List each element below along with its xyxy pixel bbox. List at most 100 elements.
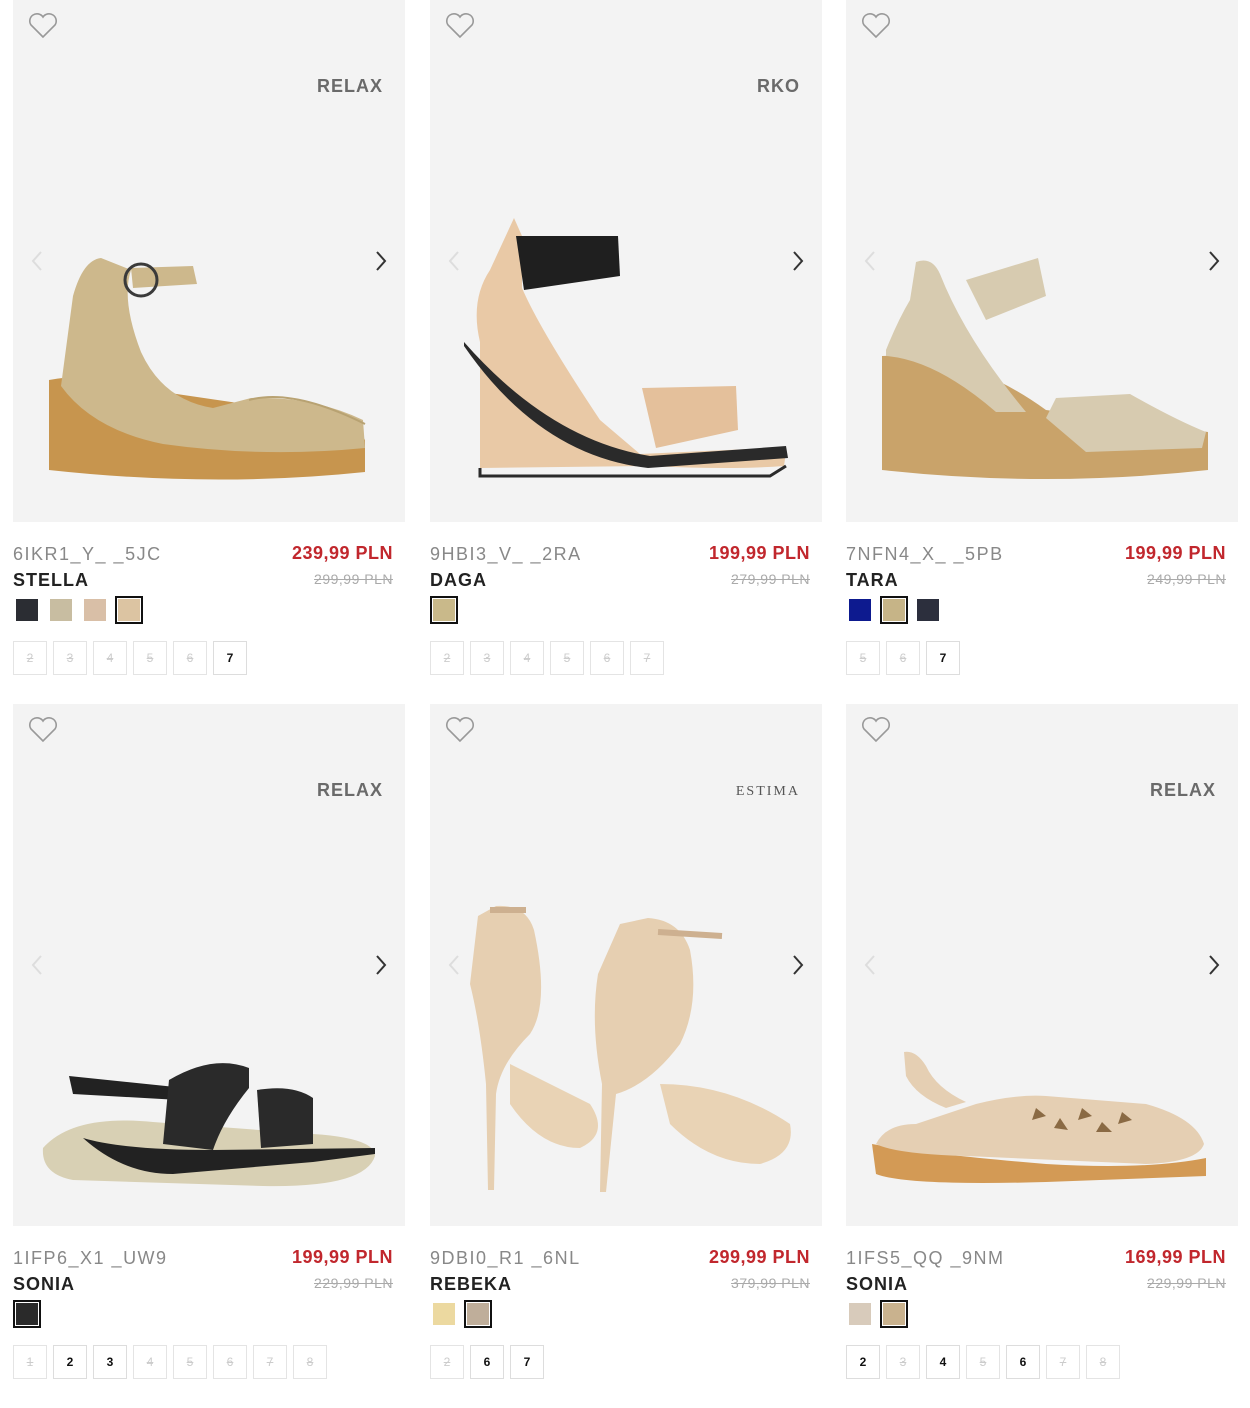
chevron-left-icon[interactable] [25,950,49,980]
product-card[interactable]: RELAX 6IKR1_Y_ _5JC STELLA 239,99 PLN 29… [13,0,405,690]
product-card[interactable]: 7NFN4_X_ _5PB TARA 199,99 PLN 249,99 PLN… [846,0,1238,690]
heart-icon[interactable] [27,716,59,744]
heart-icon[interactable] [860,716,892,744]
chevron-left-icon[interactable] [25,246,49,276]
size-option[interactable]: 7 [630,641,664,675]
size-option[interactable]: 6 [1006,1345,1040,1379]
size-option[interactable]: 5 [966,1345,1000,1379]
size-options: 2345678 [846,1345,1120,1379]
chevron-right-icon[interactable] [369,950,393,980]
product-price: 199,99 PLN [291,1247,393,1267]
color-chip [849,1303,871,1325]
color-chip [849,599,871,621]
size-option[interactable]: 6 [173,641,207,675]
chevron-right-icon[interactable] [1202,950,1226,980]
chevron-left-icon[interactable] [442,950,466,980]
product-name[interactable]: DAGA [430,570,487,591]
chevron-right-icon[interactable] [786,950,810,980]
chevron-right-icon[interactable] [369,246,393,276]
heart-icon[interactable] [444,12,476,40]
product-old-price: 229,99 PLN [1147,1275,1226,1291]
size-option[interactable]: 6 [213,1345,247,1379]
size-option[interactable]: 2 [846,1345,880,1379]
size-option[interactable]: 1 [13,1345,47,1379]
color-swatch[interactable] [880,596,908,624]
heart-icon[interactable] [444,716,476,744]
product-card[interactable]: RELAX 1IFP6_X1 _UW9 SONIA 199,99 PLN 229… [13,704,405,1394]
product-old-price: 249,99 PLN [1147,571,1226,587]
color-swatch[interactable] [115,596,143,624]
chevron-left-icon[interactable] [858,246,882,276]
product-card[interactable]: RELAX 1IFS5_QQ _9NM SONIA 169,99 PLN 229… [846,704,1238,1394]
size-option[interactable]: 8 [293,1345,327,1379]
product-image[interactable] [430,704,822,1226]
product-name[interactable]: SONIA [846,1274,908,1295]
color-chip [118,599,140,621]
product-image-area[interactable]: RELAX [846,704,1238,1226]
color-swatch[interactable] [430,1300,458,1328]
color-chip [16,599,38,621]
size-option[interactable]: 2 [430,1345,464,1379]
size-option[interactable]: 3 [886,1345,920,1379]
size-option[interactable]: 6 [886,641,920,675]
product-image-area[interactable] [846,0,1238,522]
product-card[interactable]: ESTIMA 9DBI0_R1 _6NL REBEKA 299,99 PLN 3… [430,704,822,1394]
color-swatch[interactable] [430,596,458,624]
chevron-right-icon[interactable] [786,246,810,276]
size-option[interactable]: 5 [846,641,880,675]
product-price: 299,99 PLN [708,1247,810,1267]
heart-icon[interactable] [860,12,892,40]
size-option[interactable]: 2 [430,641,464,675]
brand-logo: RELAX [316,780,383,800]
heart-icon[interactable] [27,12,59,40]
size-option[interactable]: 7 [510,1345,544,1379]
product-image-area[interactable]: RELAX [13,704,405,1226]
color-swatch[interactable] [880,1300,908,1328]
size-option[interactable]: 8 [1086,1345,1120,1379]
size-option[interactable]: 4 [133,1345,167,1379]
size-options: 267 [430,1345,544,1379]
color-swatch[interactable] [464,1300,492,1328]
product-name[interactable]: SONIA [13,1274,75,1295]
product-image[interactable] [846,0,1238,522]
size-option[interactable]: 5 [133,641,167,675]
chevron-left-icon[interactable] [858,950,882,980]
product-image-area[interactable]: ESTIMA [430,704,822,1226]
size-option[interactable]: 7 [1046,1345,1080,1379]
color-swatch[interactable] [914,596,942,624]
size-option[interactable]: 3 [53,641,87,675]
size-option[interactable]: 5 [173,1345,207,1379]
color-swatch[interactable] [47,596,75,624]
color-chip [917,599,939,621]
product-name[interactable]: REBEKA [430,1274,512,1295]
size-option[interactable]: 4 [510,641,544,675]
size-option[interactable]: 3 [470,641,504,675]
size-option[interactable]: 7 [253,1345,287,1379]
size-option[interactable]: 4 [93,641,127,675]
color-swatch[interactable] [846,1300,874,1328]
product-card[interactable]: RKO 9HBI3_V_ _2RA DAGA 199,99 PLN 279,99… [430,0,822,690]
size-option[interactable]: 7 [926,641,960,675]
size-option[interactable]: 4 [926,1345,960,1379]
product-image-area[interactable]: RELAX [13,0,405,522]
product-name[interactable]: STELLA [13,570,89,591]
size-option[interactable]: 6 [590,641,624,675]
size-option[interactable]: 3 [93,1345,127,1379]
size-option[interactable]: 6 [470,1345,504,1379]
size-option[interactable]: 7 [213,641,247,675]
size-option[interactable]: 2 [53,1345,87,1379]
product-image-area[interactable]: RKO [430,0,822,522]
chevron-left-icon[interactable] [442,246,466,276]
color-swatch[interactable] [846,596,874,624]
size-option[interactable]: 2 [13,641,47,675]
size-option[interactable]: 5 [550,641,584,675]
color-swatch[interactable] [13,596,41,624]
product-name[interactable]: TARA [846,570,899,591]
product-sku: 7NFN4_X_ _5PB [846,544,1004,564]
color-swatch[interactable] [81,596,109,624]
brand-logo: RELAX [316,76,383,96]
color-swatch[interactable] [13,1300,41,1328]
brand-logo: RELAX [1149,780,1216,800]
chevron-right-icon[interactable] [1202,246,1226,276]
color-swatches [13,596,143,626]
